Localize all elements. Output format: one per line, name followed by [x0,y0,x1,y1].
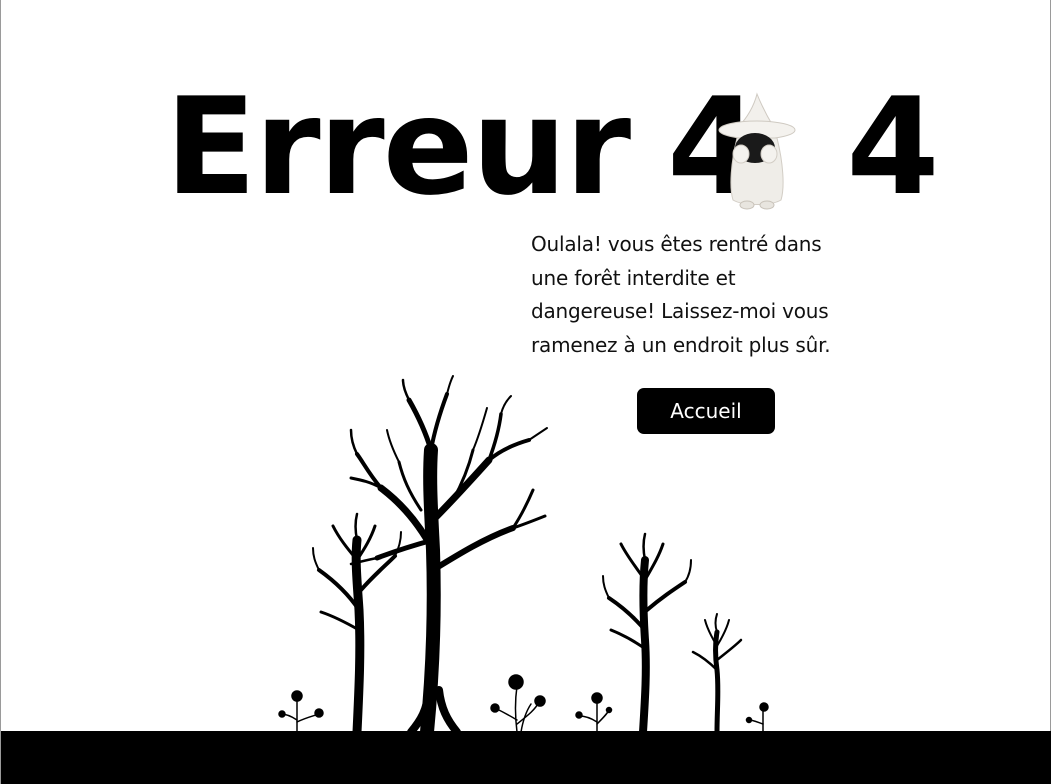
error-message-line: ramenez à un endroit plus sûr. [531,332,831,357]
error-message-line: Oulala! vous êtes rentré dans [531,232,822,256]
flower-icon [745,702,769,733]
forest-illustration [278,375,769,734]
tree-icon [691,613,743,734]
title-digit-right: 4 [846,69,939,225]
error-message-line: une forêt interdite et [531,265,736,290]
error-404-page: Erreur 4 4 Oulala! vous êtes rentré dans… [0,0,1051,784]
wizard-icon [718,92,796,210]
tree-icon [602,532,692,734]
flower-icon [575,692,613,733]
page-title: Erreur 4 4 [165,69,940,225]
error-message: Oulala! vous êtes rentré dans une forêt … [531,228,881,362]
flower-icon [278,690,324,733]
tree-icon [312,512,402,734]
ground [1,731,1051,784]
flower-icon [490,674,546,733]
error-message-line: dangereuse! Laissez-moi vous [531,299,829,323]
title-word: Erreur [165,69,631,225]
